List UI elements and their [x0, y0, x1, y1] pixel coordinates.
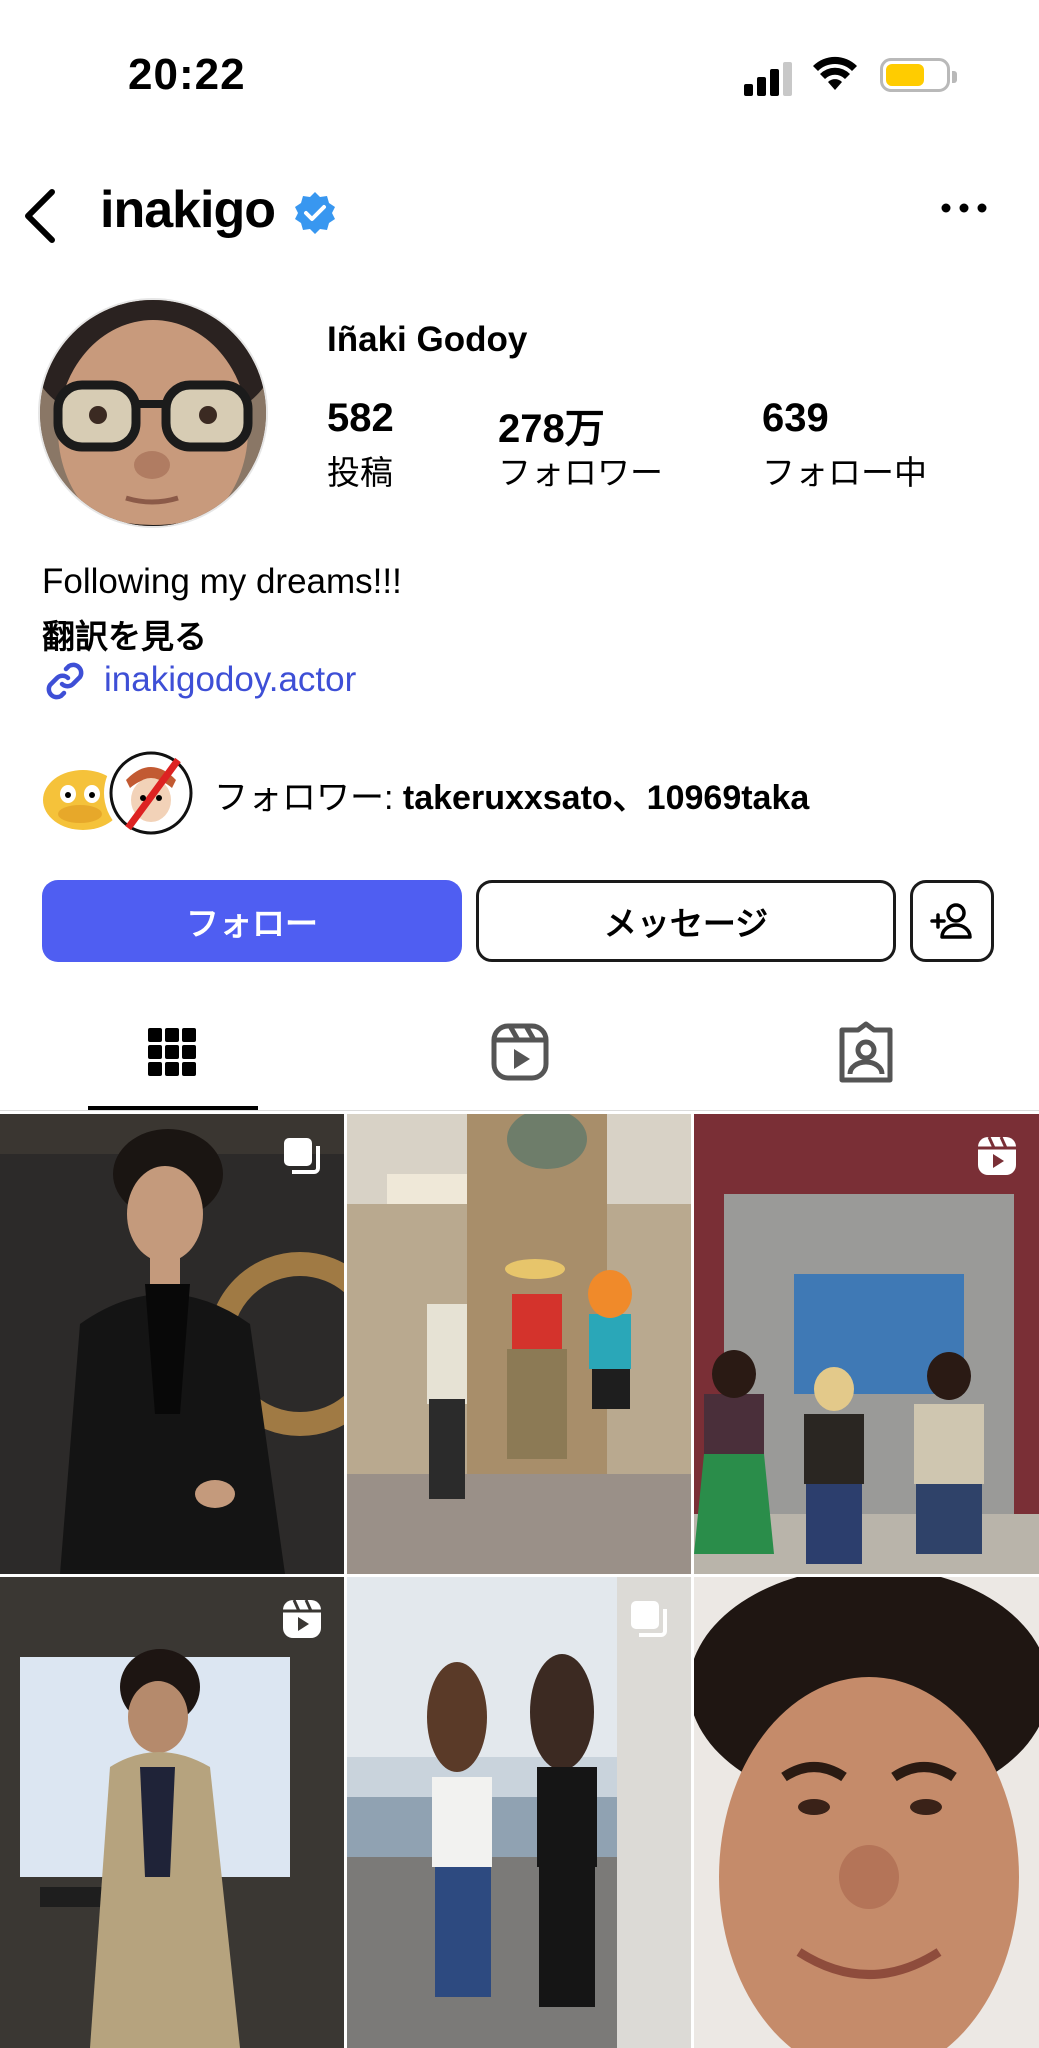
message-button[interactable]: メッセージ — [476, 880, 896, 962]
post-thumbnail[interactable] — [694, 1577, 1039, 2048]
post-thumbnail[interactable] — [347, 1577, 691, 2048]
reels-icon — [283, 1599, 321, 1638]
see-translation-link[interactable]: 翻訳を見る — [42, 610, 207, 658]
following-label[interactable]: フォロー中 — [762, 446, 927, 494]
reels-icon[interactable] — [484, 1016, 556, 1088]
carousel-icon — [631, 1601, 667, 1637]
back-arrow-icon[interactable] — [20, 186, 60, 246]
add-person-icon — [930, 903, 972, 939]
follow-button[interactable]: フォロー — [42, 880, 462, 962]
tab-divider — [0, 1110, 1039, 1111]
profile-username: inakigo — [100, 181, 276, 239]
status-time: 20:22 — [128, 50, 246, 99]
tagged-person-icon[interactable] — [830, 1016, 902, 1088]
carousel-icon — [284, 1138, 320, 1174]
profile-bio: Following my dreams!!! — [42, 562, 402, 601]
followers-label[interactable]: フォロワー — [498, 446, 663, 494]
grid-icon[interactable] — [136, 1016, 208, 1088]
post-thumbnail[interactable] — [0, 1577, 344, 2048]
following-count[interactable]: 639 — [762, 396, 829, 441]
profile-website-link[interactable]: inakigodoy.actor — [104, 660, 356, 700]
mutual-followers-text[interactable]: フォロワー: takeruxxsato、10969taka — [214, 770, 809, 819]
suggested-users-button[interactable] — [910, 880, 994, 962]
wifi-icon — [813, 56, 857, 90]
more-options-icon[interactable] — [940, 200, 988, 216]
mutual-names: takeruxxsato、10969taka — [402, 779, 810, 817]
posts-count[interactable]: 582 — [327, 396, 394, 441]
cellular-signal-icon — [744, 60, 794, 96]
profile-full-name: Iñaki Godoy — [327, 320, 528, 359]
mutual-follower-avatar[interactable] — [108, 750, 194, 836]
battery-icon — [880, 58, 957, 92]
mutual-prefix: フォロワー: — [214, 779, 403, 817]
posts-label[interactable]: 投稿 — [327, 446, 393, 494]
post-thumbnail[interactable] — [347, 1114, 691, 1574]
link-icon — [46, 662, 84, 700]
profile-avatar[interactable] — [40, 300, 266, 526]
verified-badge-icon — [295, 192, 335, 234]
post-thumbnail[interactable] — [694, 1114, 1039, 1574]
post-thumbnail[interactable] — [0, 1114, 344, 1574]
reels-icon — [978, 1136, 1016, 1175]
